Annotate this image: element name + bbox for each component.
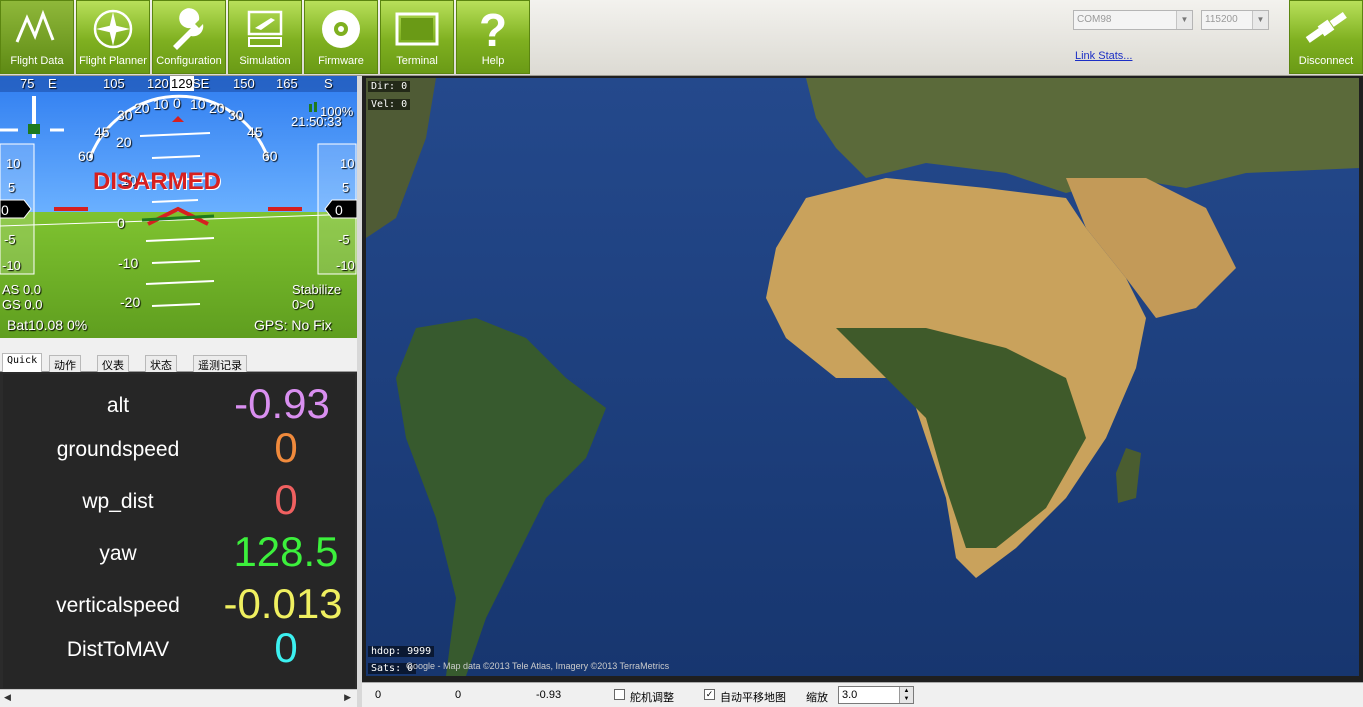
altitude-tape-label: -5	[338, 232, 350, 247]
chevron-down-icon: ▼	[1252, 11, 1268, 29]
map-vel: Vel: 0	[368, 99, 411, 110]
simulation-button[interactable]: Simulation	[228, 0, 302, 74]
status-lat: 0	[375, 689, 382, 701]
quick-view: alt -0.93 groundspeed 0 wp_dist 0 yaw 12…	[3, 374, 355, 688]
servo-tune-label: 舵机调整	[630, 692, 674, 704]
chevron-down-icon: ▼	[1176, 11, 1192, 29]
help-button[interactable]: ? Help	[456, 0, 530, 74]
spin-up-icon[interactable]: ▲	[899, 687, 913, 695]
quick-value-groundspeed: 0	[274, 424, 298, 471]
satellite-icon	[1305, 11, 1347, 43]
tab-tlogs[interactable]: 遥测记录	[193, 355, 247, 372]
firmware-button[interactable]: Firmware	[304, 0, 378, 74]
hud: 75 E 105 120 129 SE 150 165 S 100% 21:50…	[0, 76, 357, 338]
airspeed-tape-label: -10	[2, 258, 21, 273]
airspeed-tape-current: 0	[1, 202, 9, 218]
link-stats-link[interactable]: Link Stats...	[1075, 50, 1132, 62]
terminal-icon	[395, 12, 439, 46]
status-lng: 0	[455, 689, 462, 701]
status-alt: -0.93	[536, 689, 562, 701]
quick-value-verticalspeed: -0.013	[223, 580, 343, 627]
quick-scrollbar[interactable]: ◀ ▶	[0, 689, 357, 707]
roll-label: 0	[173, 95, 181, 111]
tab-gauges[interactable]: 仪表	[97, 355, 129, 372]
tab-quick[interactable]: Quick	[2, 353, 43, 372]
map-hdop: hdop: 9999	[368, 646, 435, 657]
gps-status: GPS: No Fix	[254, 317, 332, 333]
quick-label-disttomav: DistToMAV	[66, 638, 170, 661]
auto-pan-label: 自动平移地图	[720, 692, 786, 704]
airspeed-readout: AS 0.0	[2, 282, 42, 297]
waypoint-readout: 0>0	[292, 297, 315, 312]
auto-pan-checkbox[interactable]: ✓	[704, 689, 715, 700]
disconnect-button[interactable]: Disconnect	[1289, 0, 1363, 74]
wrench-icon	[173, 8, 204, 50]
map-status-bar: 0 0 -0.93 舵机调整 ✓ 自动平移地图 缩放 3.0 ▲ ▼	[362, 682, 1363, 707]
scroll-right-icon[interactable]: ▶	[344, 693, 351, 703]
info-tabs: Quick 动作 仪表 状态 遥测记录	[0, 353, 357, 372]
airspeed-tape-label: 10	[6, 156, 21, 171]
pitch-label: -10	[118, 255, 139, 271]
quick-value-yaw: 128.5	[233, 528, 339, 575]
compass-icon	[93, 9, 133, 49]
pitch-label: -20	[120, 294, 141, 310]
roll-label: 60	[262, 148, 278, 164]
roll-label: 45	[247, 124, 263, 140]
quick-label-alt: alt	[106, 394, 130, 417]
terminal-button[interactable]: Terminal	[380, 0, 454, 74]
baud-rate-select[interactable]: 115200 ▼	[1201, 10, 1269, 30]
battery-readout: Bat10.08 0%	[7, 317, 88, 333]
quick-value-alt: -0.93	[234, 380, 330, 427]
roll-label: 10	[153, 96, 169, 112]
roll-label: 30	[117, 107, 133, 123]
quick-value-disttomav: 0	[274, 624, 298, 671]
quick-label-yaw: yaw	[99, 542, 137, 565]
airspeed-tape-label: 5	[8, 180, 16, 195]
tab-actions[interactable]: 动作	[49, 355, 81, 372]
configuration-button[interactable]: Configuration	[152, 0, 226, 74]
question-icon: ?	[479, 6, 507, 52]
simulation-icon	[247, 10, 283, 47]
svg-text:?: ?	[479, 6, 507, 52]
hud-spacer	[0, 338, 357, 353]
map-imagery	[366, 78, 1359, 676]
altitude-tape-label: -10	[336, 258, 355, 273]
quick-value-wp-dist: 0	[274, 476, 298, 523]
disc-icon	[322, 10, 360, 48]
flight-data-icon	[15, 9, 55, 43]
com-port-select[interactable]: COM98 ▼	[1073, 10, 1193, 30]
roll-label: 60	[78, 148, 94, 164]
map-dir: Dir: 0	[368, 81, 411, 92]
roll-label: 20	[134, 100, 150, 116]
airspeed-tape-label: -5	[4, 232, 16, 247]
altitude-tape-label: 10	[340, 156, 355, 171]
scroll-left-icon[interactable]: ◀	[4, 693, 11, 703]
quick-label-wp-dist: wp_dist	[82, 490, 154, 513]
main-toolbar: Flight Data Flight Planner Configuration…	[0, 0, 1363, 76]
spin-down-icon[interactable]: ▼	[899, 695, 913, 703]
roll-label: 10	[190, 96, 206, 112]
zoom-label: 缩放	[806, 692, 828, 704]
quick-label-groundspeed: groundspeed	[56, 438, 180, 461]
servo-tune-checkbox[interactable]	[614, 689, 625, 700]
flight-planner-button[interactable]: Flight Planner	[76, 0, 150, 74]
satellite-map[interactable]: Dir: 0 Vel: 0 hdop: 9999 Sats: 0 Google …	[366, 78, 1359, 676]
arm-status: DISARMED	[93, 168, 222, 195]
altitude-tape-label: 5	[342, 180, 350, 195]
flight-mode: Stabilize	[292, 282, 342, 297]
map-pane: Dir: 0 Vel: 0 hdop: 9999 Sats: 0 Google …	[362, 76, 1363, 707]
roll-label: 20	[209, 100, 225, 116]
altitude-tape-current: 0	[335, 202, 343, 218]
pitch-label: 20	[116, 134, 132, 150]
map-attribution: Google - Map data ©2013 Tele Atlas, Imag…	[406, 661, 670, 671]
tab-status[interactable]: 状态	[145, 355, 177, 372]
pitch-label: 0	[117, 215, 125, 231]
zoom-stepper[interactable]: 3.0 ▲ ▼	[838, 686, 914, 704]
groundspeed-readout: GS 0.0	[2, 297, 43, 312]
quick-label-verticalspeed: verticalspeed	[56, 594, 180, 617]
roll-label: 30	[228, 107, 244, 123]
roll-label: 45	[94, 124, 110, 140]
flight-data-button[interactable]: Flight Data	[0, 0, 74, 74]
